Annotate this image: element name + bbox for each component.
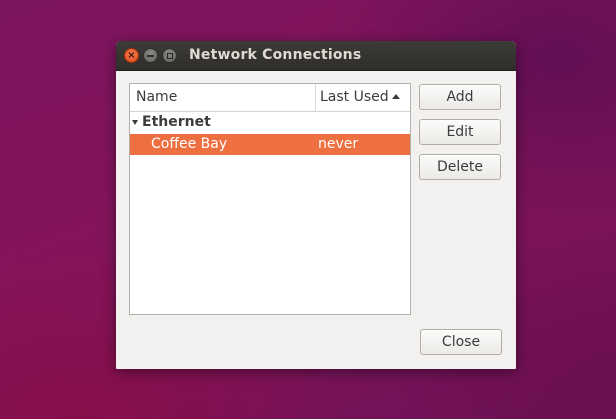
edit-button[interactable]: Edit — [419, 119, 501, 145]
column-header-name-label: Name — [136, 89, 178, 105]
network-connections-window: × Network Connections Name Last Used Eth… — [116, 41, 516, 369]
close-icon: × — [127, 49, 136, 61]
maximize-icon — [166, 52, 173, 59]
add-button[interactable]: Add — [419, 84, 501, 110]
group-row-ethernet[interactable]: Ethernet — [130, 113, 410, 133]
column-header-name[interactable]: Name — [130, 84, 316, 111]
window-maximize-button[interactable] — [162, 48, 177, 63]
connection-name: Coffee Bay — [151, 136, 228, 152]
window-close-button[interactable]: × — [124, 48, 139, 63]
list-header: Name Last Used — [130, 84, 410, 112]
sort-ascending-icon — [392, 94, 400, 99]
group-label: Ethernet — [142, 114, 211, 130]
window-title: Network Connections — [189, 47, 362, 63]
connection-row[interactable]: Coffee Bay never — [130, 134, 410, 155]
expander-triangle-icon[interactable] — [132, 120, 138, 125]
minimize-icon — [147, 54, 154, 57]
connection-last-used: never — [318, 136, 359, 152]
close-button[interactable]: Close — [420, 329, 502, 355]
window-titlebar[interactable]: × Network Connections — [116, 41, 516, 71]
column-header-last-used[interactable]: Last Used — [316, 84, 410, 111]
window-minimize-button[interactable] — [143, 48, 158, 63]
column-header-last-used-label: Last Used — [320, 89, 389, 105]
delete-button[interactable]: Delete — [419, 154, 501, 180]
connections-list[interactable]: Name Last Used Ethernet Coffee Bay never — [129, 83, 411, 315]
